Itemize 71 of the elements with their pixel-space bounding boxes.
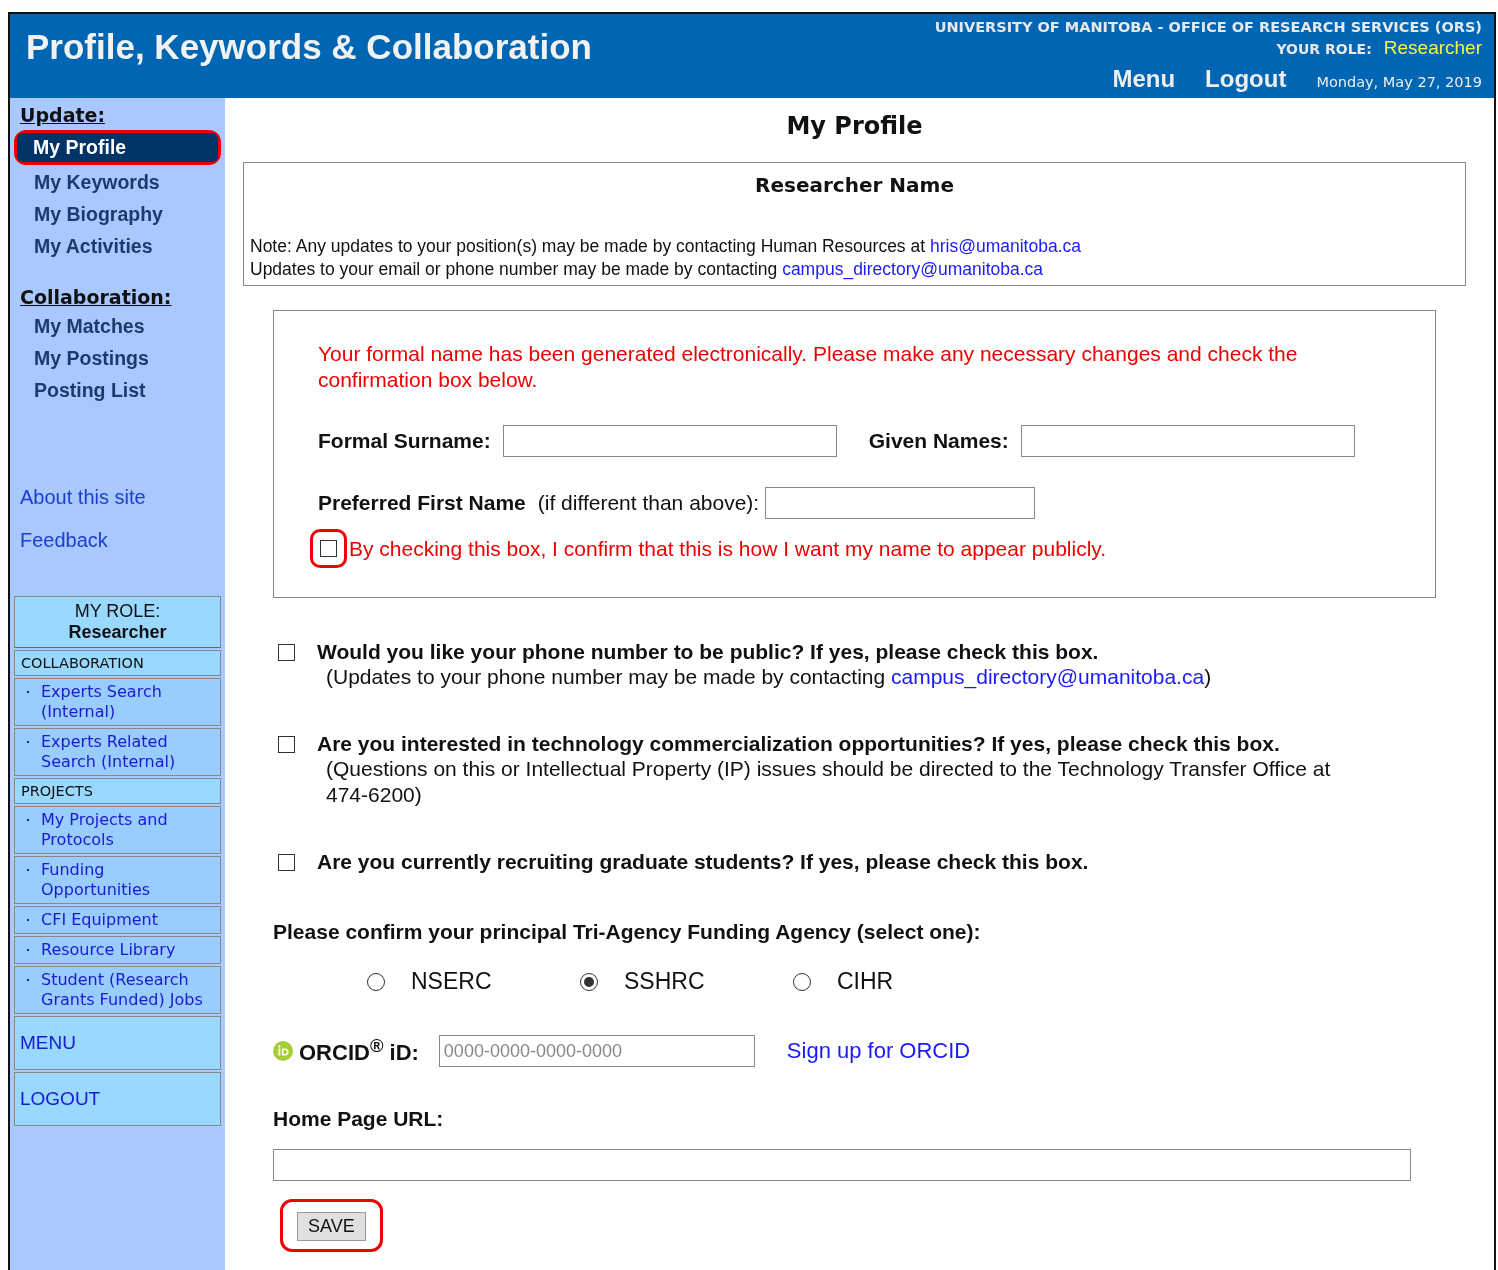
question-text: Are you interested in technology commercialization opportunities? If yes, please check this box. (317, 732, 1280, 756)
header-link[interactable]: Menu (1112, 65, 1176, 93)
note-text: Updates to your email or phone number may be made by contacting (250, 259, 778, 279)
input-field[interactable] (1020, 425, 1355, 457)
note-text: (Questions on this or Intellectual Property (IP) issues should be directed to the Technology Transfer Office at 474-6200) (326, 757, 1331, 806)
checkbox[interactable] (278, 643, 295, 661)
checkbox[interactable] (320, 540, 337, 557)
field-label: ORCID$^{®}$ iD: (299, 1035, 419, 1067)
radio-button[interactable] (580, 972, 598, 991)
note-text: ) (1204, 665, 1212, 688)
menu-item[interactable]: CFI Equipment (14, 906, 221, 934)
menu-item[interactable]: Student (Research Grants Funded) Jobs (14, 966, 221, 1014)
menu-item[interactable]: Experts Search (Internal) (14, 678, 221, 726)
email-link[interactable]: campus_directory@umanitoba.ca (782, 259, 1044, 279)
radio-label: CIHR (837, 968, 894, 995)
sidebar-link[interactable]: About this site (20, 486, 221, 509)
page-title: Profile, Keywords & Collaboration (26, 27, 592, 68)
question-text: Would you like your phone number to be public? If yes, please check this box. (317, 640, 1099, 664)
sidebar-item[interactable]: Posting List (14, 376, 221, 408)
role-value: Researcher (1383, 37, 1482, 59)
field-hint: (if different than above): (537, 491, 760, 515)
menu-item[interactable]: Experts Related Search (Internal) (14, 728, 221, 776)
note-text: (Updates to your phone number may be made by contacting (326, 665, 886, 688)
field-label: Home Page URL: (273, 1107, 445, 1131)
orcid-field[interactable]: 0000-0000-0000-0000 (438, 1035, 755, 1067)
input-field[interactable] (765, 487, 1036, 519)
sidebar-item[interactable]: My Keywords (14, 168, 221, 200)
sidebar-heading: Collaboration: (20, 286, 173, 308)
note-text: Note: Any updates to your position(s) may be made by contacting Human Resources at (250, 236, 926, 256)
role-label: MY ROLE: (74, 601, 161, 622)
warning-text: Your formal name has been generated electronically. Please make any necessary changes and check the confirmation box below. (318, 341, 1299, 393)
menu-item[interactable]: MENU (14, 1016, 221, 1070)
orcid-icon (273, 1041, 293, 1061)
sidebar-item[interactable]: My Profile (17, 133, 218, 162)
url-field[interactable] (273, 1149, 1411, 1181)
field-label: Given Names: (868, 429, 1009, 453)
field-label: Formal Surname: (318, 429, 491, 453)
radio-button[interactable] (367, 972, 385, 991)
menu-item[interactable]: Resource Library (14, 936, 221, 964)
checkbox-label: By checking this box, I confirm that this is how I want my name to appear publicly. (349, 536, 1107, 561)
panel-title: Researcher Name (754, 173, 955, 197)
header-link[interactable]: Logout (1205, 65, 1287, 93)
section-title: My Profile (785, 112, 924, 140)
sidebar-item[interactable]: My Activities (14, 232, 221, 264)
sidebar-link[interactable]: Feedback (20, 529, 221, 552)
radio-label: NSERC (411, 968, 492, 995)
radio-label: SSHRC (624, 968, 705, 995)
email-link[interactable]: hris@umanitoba.ca (929, 236, 1081, 256)
checkbox[interactable] (278, 853, 295, 871)
role-value: Researcher (68, 622, 167, 643)
radio-button[interactable] (793, 972, 811, 991)
email-link[interactable]: campus_directory@umanitoba.ca (891, 665, 1205, 688)
menu-item[interactable]: My Projects and Protocols (14, 806, 221, 854)
question-text: Please confirm your principal Tri-Agency Funding Agency (select one): (273, 920, 982, 944)
role-label: YOUR ROLE: (1276, 41, 1372, 57)
organization-name: UNIVERSITY OF MANITOBA - OFFICE OF RESEARCH SERVICES (ORS) (934, 19, 1482, 35)
group-heading: COLLABORATION (14, 650, 221, 676)
menu-item[interactable]: Funding Opportunities (14, 856, 221, 904)
input-field[interactable] (502, 425, 837, 457)
sidebar-item[interactable]: My Biography (14, 200, 221, 232)
group-heading: PROJECTS (14, 778, 221, 804)
checkbox[interactable] (278, 735, 295, 753)
question-text: Are you currently recruiting graduate students? If yes, please check this box. (317, 850, 1089, 874)
field-label: Preferred First Name (318, 491, 526, 515)
date-text: Monday, May 27, 2019 (1316, 74, 1482, 90)
menu-item[interactable]: LOGOUT (14, 1072, 221, 1126)
save-button[interactable]: SAVE (297, 1212, 366, 1241)
sidebar-item[interactable]: My Matches (14, 312, 221, 344)
signup-link[interactable]: Sign up for ORCID (786, 1038, 971, 1064)
sidebar-item[interactable]: My Postings (14, 344, 221, 376)
sidebar-heading: Update: (20, 104, 107, 126)
